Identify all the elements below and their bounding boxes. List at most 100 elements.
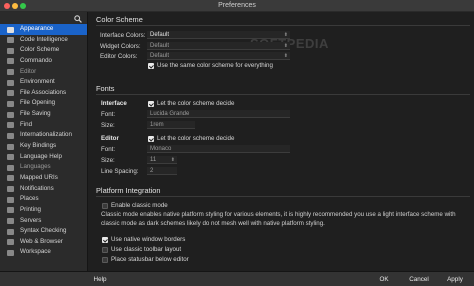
sidebar-item-editor[interactable]: Editor <box>0 67 87 78</box>
environment-icon <box>7 79 14 86</box>
sidebar-item-internationalization[interactable]: Internationalization <box>0 130 87 141</box>
sidebar-item-servers[interactable]: Servers <box>0 216 87 227</box>
ok-button[interactable]: OK <box>372 274 396 285</box>
sidebar: Appearance Code Intelligence Color Schem… <box>0 12 88 271</box>
sidebar-item-key-bindings[interactable]: Key Bindings <box>0 141 87 152</box>
printing-icon <box>7 207 14 214</box>
editor-colors-value: Default <box>150 53 170 59</box>
sidebar-item-label: Notifications <box>20 184 54 192</box>
interface-colors-select[interactable]: Default ⬍ <box>147 31 290 39</box>
chevron-updown-icon: ⬍ <box>170 157 175 163</box>
language-help-icon <box>7 154 14 161</box>
sidebar-item-label: Environment <box>20 78 55 86</box>
line-spacing-input[interactable]: 2 <box>147 167 177 175</box>
sidebar-item-code-intelligence[interactable]: Code Intelligence <box>0 35 87 46</box>
dialog-footer: Help OK Cancel Apply <box>0 271 474 286</box>
sidebar-item-mapped-uris[interactable]: Mapped URIs <box>0 173 87 184</box>
line-spacing-value: 2 <box>150 168 154 174</box>
languages-icon <box>7 164 14 171</box>
interface-font-value: Lucida Grande <box>150 111 190 117</box>
editor-icon <box>7 69 14 76</box>
apply-button[interactable]: Apply <box>442 274 468 285</box>
search-icon[interactable] <box>74 15 82 23</box>
classic-toolbar-checkbox[interactable] <box>102 247 108 253</box>
sidebar-item-file-associations[interactable]: File Associations <box>0 88 87 99</box>
editor-size-value: 11 <box>150 157 157 163</box>
sidebar-item-file-saving[interactable]: File Saving <box>0 109 87 120</box>
sidebar-item-find[interactable]: Find <box>0 120 87 131</box>
help-button[interactable]: Help <box>90 274 110 285</box>
fonts-heading: Fonts <box>96 84 115 93</box>
sidebar-item-label: Printing <box>20 205 41 213</box>
sidebar-item-appearance[interactable]: Appearance <box>0 24 87 35</box>
platform-integration-heading: Platform Integration <box>96 186 161 195</box>
find-icon <box>7 122 14 129</box>
sidebar-item-label: Find <box>20 120 33 128</box>
editor-size-label: Size: <box>101 157 115 164</box>
title-bar: Preferences <box>0 0 474 12</box>
places-icon <box>7 196 14 203</box>
sidebar-item-color-scheme[interactable]: Color Scheme <box>0 45 87 56</box>
classic-mode-description: Classic mode enables native platform sty… <box>101 211 456 227</box>
sidebar-item-languages[interactable]: Languages <box>0 162 87 173</box>
editor-colors-select[interactable]: Default ⬍ <box>147 52 290 60</box>
sidebar-item-label: Places <box>20 195 39 203</box>
workspace-icon <box>7 249 14 256</box>
sidebar-item-label: Commando <box>20 56 52 64</box>
editor-decide-label: Let the color scheme decide <box>157 135 235 142</box>
appearance-icon <box>7 26 14 33</box>
sidebar-item-syntax-checking[interactable]: Syntax Checking <box>0 226 87 237</box>
chevron-updown-icon: ⬍ <box>283 43 288 49</box>
interface-decide-checkbox[interactable] <box>148 101 154 107</box>
widget-colors-select[interactable]: Default ⬍ <box>147 42 290 50</box>
classic-mode-checkbox[interactable] <box>102 203 108 209</box>
web-browser-icon <box>7 239 14 246</box>
native-borders-checkbox[interactable] <box>102 237 108 243</box>
cancel-button[interactable]: Cancel <box>405 274 433 285</box>
sidebar-item-label: Appearance <box>20 25 54 32</box>
sidebar-item-workspace[interactable]: Workspace <box>0 247 87 258</box>
file-opening-icon <box>7 100 14 107</box>
interface-colors-label: Interface Colors: <box>100 32 146 39</box>
interface-size-input[interactable]: 1rem <box>147 121 195 129</box>
use-same-scheme-label: Use the same color scheme for everything <box>157 62 273 69</box>
preferences-nav: Appearance Code Intelligence Color Schem… <box>0 24 87 258</box>
sidebar-item-commando[interactable]: Commando <box>0 56 87 67</box>
editor-colors-label: Editor Colors: <box>100 53 138 60</box>
sidebar-item-language-help[interactable]: Language Help <box>0 152 87 163</box>
sidebar-item-label: File Opening <box>20 99 56 107</box>
chevron-updown-icon: ⬍ <box>283 53 288 59</box>
sidebar-item-notifications[interactable]: Notifications <box>0 184 87 195</box>
widget-colors-label: Widget Colors: <box>100 43 141 50</box>
sidebar-item-file-opening[interactable]: File Opening <box>0 98 87 109</box>
notifications-icon <box>7 186 14 193</box>
statusbar-below-label: Place statusbar below editor <box>111 256 189 263</box>
syntax-checking-icon <box>7 228 14 235</box>
editor-size-select[interactable]: 11 ⬍ <box>147 156 177 164</box>
sidebar-item-label: Syntax Checking <box>20 227 67 235</box>
code-intelligence-icon <box>7 37 14 44</box>
editor-font-heading: Editor <box>101 135 119 142</box>
interface-font-input[interactable]: Lucida Grande <box>147 110 290 118</box>
sidebar-item-label: Languages <box>20 163 51 171</box>
use-same-scheme-checkbox[interactable] <box>148 63 154 69</box>
sidebar-item-label: Internationalization <box>20 131 72 139</box>
interface-font-heading: Interface <box>101 100 127 107</box>
statusbar-below-checkbox[interactable] <box>102 257 108 263</box>
color-scheme-icon <box>7 47 14 54</box>
window-title: Preferences <box>218 2 256 9</box>
sidebar-item-web-browser[interactable]: Web & Browser <box>0 237 87 248</box>
sidebar-item-label: Key Bindings <box>20 142 57 150</box>
editor-decide-checkbox[interactable] <box>148 136 154 142</box>
sidebar-item-places[interactable]: Places <box>0 194 87 205</box>
sidebar-item-label: Web & Browser <box>20 237 63 245</box>
line-spacing-label: Line Spacing: <box>101 168 139 175</box>
editor-font-input[interactable]: Monaco <box>147 145 290 153</box>
sidebar-item-environment[interactable]: Environment <box>0 77 87 88</box>
sidebar-item-printing[interactable]: Printing <box>0 205 87 216</box>
sidebar-item-label: Color Scheme <box>20 46 60 54</box>
sidebar-item-label: File Associations <box>20 88 67 96</box>
editor-font-value: Monaco <box>150 146 172 152</box>
color-scheme-heading: Color Scheme <box>96 15 143 24</box>
classic-mode-label: Enable classic mode <box>111 202 168 209</box>
